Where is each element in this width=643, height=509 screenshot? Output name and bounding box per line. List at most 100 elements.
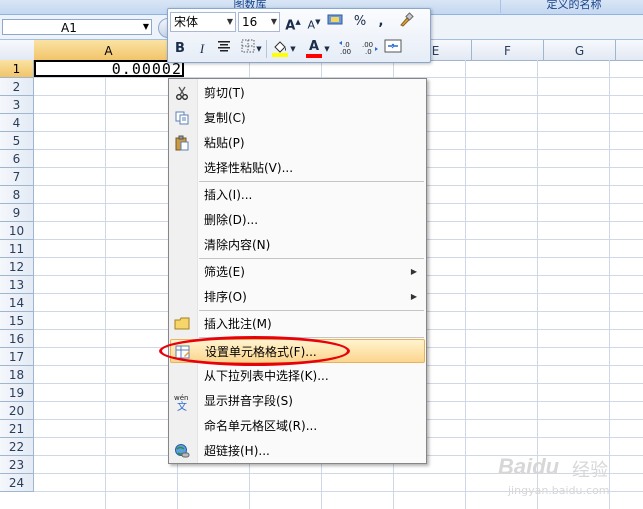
menu-item-label: 插入批注(M) — [204, 317, 272, 331]
row-header[interactable]: 19 — [0, 384, 34, 402]
row-header[interactable]: 21 — [0, 420, 34, 438]
menu-item-label: 排序(O) — [204, 290, 247, 304]
row-header[interactable]: 13 — [0, 276, 34, 294]
row-header[interactable]: 16 — [0, 330, 34, 348]
fill-bucket-icon — [272, 41, 288, 57]
row-header[interactable]: 2 — [0, 78, 34, 96]
row-header[interactable]: 10 — [0, 222, 34, 240]
increase-decimal-button[interactable]: .0.00 — [338, 39, 358, 59]
bold-button[interactable]: B — [170, 39, 190, 59]
menu-item-sort[interactable]: 排序(O) ▶ — [170, 285, 425, 309]
row-header[interactable]: 14 — [0, 294, 34, 312]
context-menu: 剪切(T) 复制(C) 粘贴(P) 选择性粘贴(V)... 插入(I)... 删… — [168, 78, 427, 464]
menu-item-insert-comment[interactable]: 插入批注(M) — [170, 312, 425, 336]
row-header[interactable]: 17 — [0, 348, 34, 366]
menu-item-show-phonetic[interactable]: wén 文 显示拼音字段(S) — [170, 389, 425, 413]
center-align-button[interactable] — [214, 39, 234, 59]
chevron-down-icon[interactable]: ▼ — [254, 39, 264, 59]
menu-item-label: 剪切(T) — [204, 86, 245, 100]
font-color-button[interactable]: A — [304, 37, 324, 58]
menu-item-name-range[interactable]: 命名单元格区域(R)... — [170, 414, 425, 438]
row-header[interactable]: 24 — [0, 474, 34, 492]
accounting-icon — [327, 14, 343, 25]
hyperlink-icon — [174, 443, 190, 459]
decrease-decimal-button[interactable]: .00.0 — [360, 39, 380, 59]
row-header[interactable]: 7 — [0, 168, 34, 186]
font-size-value: 16 — [242, 15, 258, 29]
watermark-label: 经验 — [572, 460, 608, 481]
shrink-font-button[interactable]: A▼ — [304, 12, 324, 32]
column-header-f[interactable]: F — [472, 40, 544, 60]
menu-separator — [199, 258, 424, 259]
menu-item-label: 复制(C) — [204, 111, 246, 125]
borders-icon — [241, 39, 255, 53]
increase-decimal-icon: .0.00 — [339, 41, 351, 56]
fill-color-button[interactable] — [270, 39, 290, 59]
menu-item-pick-from-list[interactable]: 从下拉列表中选择(K)... — [170, 364, 425, 388]
name-box-dropdown-icon[interactable]: ▼ — [140, 19, 152, 35]
name-box[interactable]: A1 — [2, 19, 152, 35]
row-header[interactable]: 8 — [0, 186, 34, 204]
menu-item-insert[interactable]: 插入(I)... — [170, 183, 425, 207]
cell-a1[interactable]: 0.00002 — [34, 60, 184, 77]
row-header[interactable]: 23 — [0, 456, 34, 474]
comment-icon — [174, 316, 190, 332]
percent-style-button[interactable]: % — [350, 12, 370, 32]
format-painter-icon — [400, 12, 414, 27]
row-header[interactable]: 4 — [0, 114, 34, 132]
font-size-select[interactable]: 16 ▼ — [238, 12, 280, 32]
menu-item-delete[interactable]: 删除(D)... — [170, 208, 425, 232]
chevron-down-icon[interactable]: ▼ — [288, 39, 298, 59]
fill-color-swatch — [272, 53, 288, 57]
menu-item-hyperlink[interactable]: 超链接(H)... — [170, 439, 425, 463]
row-header[interactable]: 11 — [0, 240, 34, 258]
menu-separator — [199, 337, 424, 338]
menu-item-format-cells[interactable]: 设置单元格格式(F)... — [170, 339, 425, 363]
select-all-corner[interactable] — [0, 40, 35, 60]
merge-center-button[interactable] — [383, 39, 403, 59]
decrease-decimal-icon: .00.0 — [362, 41, 378, 56]
svg-text:.00: .00 — [340, 48, 351, 55]
mini-toolbar: 宋体 ▼ 16 ▼ A▲ A▼ % , B I ▼ ▼ A ▼ .0.00 .0… — [167, 8, 431, 63]
row-header[interactable]: 18 — [0, 366, 34, 384]
comma-style-button[interactable]: , — [371, 12, 391, 32]
row-header[interactable]: 5 — [0, 132, 34, 150]
menu-item-clear-contents[interactable]: 清除内容(N) — [170, 233, 425, 257]
row-header[interactable]: 3 — [0, 96, 34, 114]
row-header[interactable]: 6 — [0, 150, 34, 168]
menu-item-paste-special[interactable]: 选择性粘贴(V)... — [170, 156, 425, 180]
menu-item-label: 从下拉列表中选择(K)... — [204, 369, 329, 383]
row-header[interactable]: 12 — [0, 258, 34, 276]
menu-item-label: 设置单元格格式(F)... — [205, 345, 317, 359]
menu-item-paste[interactable]: 粘贴(P) — [170, 131, 425, 155]
menu-item-copy[interactable]: 复制(C) — [170, 106, 425, 130]
font-name-select[interactable]: 宋体 ▼ — [170, 12, 236, 32]
menu-item-label: 显示拼音字段(S) — [204, 394, 293, 408]
menu-separator — [199, 181, 424, 182]
menu-separator — [199, 310, 424, 311]
watermark-brand: Baidu — [498, 454, 560, 479]
format-painter-button[interactable] — [396, 12, 416, 32]
row-header[interactable]: 15 — [0, 312, 34, 330]
row-header[interactable]: 20 — [0, 402, 34, 420]
toolbar-separator — [266, 40, 267, 58]
column-header-g[interactable]: G — [544, 40, 616, 60]
column-header-a[interactable]: A — [34, 40, 184, 60]
chevron-down-icon: ▼ — [226, 17, 233, 26]
row-header[interactable]: 9 — [0, 204, 34, 222]
chevron-down-icon[interactable]: ▼ — [322, 39, 332, 59]
watermark-url: jingyan.baidu.com — [508, 484, 610, 497]
menu-item-label: 命名单元格区域(R)... — [204, 419, 318, 433]
font-name-value: 宋体 — [174, 15, 199, 29]
menu-item-filter[interactable]: 筛选(E) ▶ — [170, 260, 425, 284]
menu-item-cut[interactable]: 剪切(T) — [170, 81, 425, 105]
accounting-format-button[interactable] — [326, 12, 346, 32]
grow-font-button[interactable]: A▲ — [283, 12, 303, 33]
ribbon-group-defined-names[interactable]: 定义的名称 — [505, 0, 643, 13]
row-header[interactable]: 1 — [0, 60, 34, 78]
italic-button[interactable]: I — [192, 39, 212, 59]
format-cells-icon — [175, 344, 191, 360]
align-center-icon — [218, 41, 230, 52]
font-color-letter: A — [308, 39, 320, 54]
row-header[interactable]: 22 — [0, 438, 34, 456]
